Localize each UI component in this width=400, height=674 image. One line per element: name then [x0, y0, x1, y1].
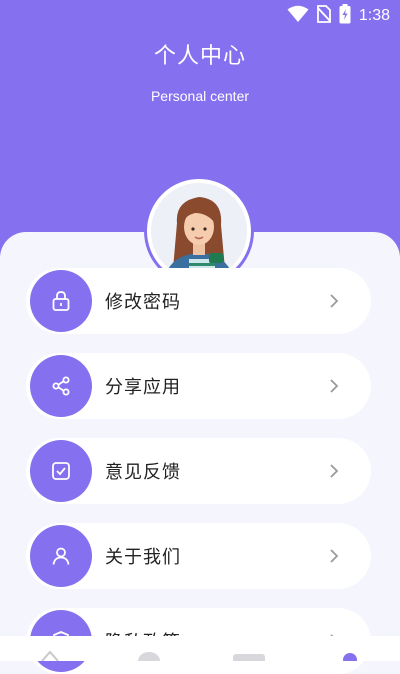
no-sim-icon: [316, 5, 332, 27]
status-bar: 1:38: [0, 0, 400, 32]
lock-icon: [30, 270, 92, 332]
chevron-right-icon: [325, 462, 343, 480]
nav-tab-2-icon[interactable]: [137, 646, 161, 670]
menu-label: 意见反馈: [105, 462, 181, 483]
menu-item-change-password[interactable]: 修改密码: [26, 268, 371, 334]
page-title: 个人中心: [153, 44, 246, 69]
bottom-nav: [0, 636, 400, 670]
menu-label: 分享应用: [105, 377, 181, 398]
menu-item-about-us[interactable]: 关于我们: [26, 523, 371, 589]
nav-tab-3-icon[interactable]: [232, 646, 266, 664]
wifi-icon: [287, 5, 309, 27]
status-time: 1:38: [358, 7, 390, 24]
chevron-right-icon: [325, 377, 343, 395]
chevron-right-icon: [325, 547, 343, 565]
menu-item-share-app[interactable]: 分享应用: [26, 353, 371, 419]
nav-tab-profile-icon[interactable]: [340, 646, 360, 667]
feedback-icon: [30, 440, 92, 502]
menu-item-feedback[interactable]: 意见反馈: [26, 438, 371, 504]
battery-charging-icon: [339, 4, 351, 28]
home-icon[interactable]: [40, 646, 60, 662]
chevron-right-icon: [325, 292, 343, 310]
menu-label: 修改密码: [105, 292, 181, 313]
menu-label: 关于我们: [105, 547, 181, 568]
share-icon: [30, 355, 92, 417]
user-icon: [30, 525, 92, 587]
avatar-illustration: [151, 183, 247, 279]
page-subtitle: Personal center: [150, 88, 250, 104]
